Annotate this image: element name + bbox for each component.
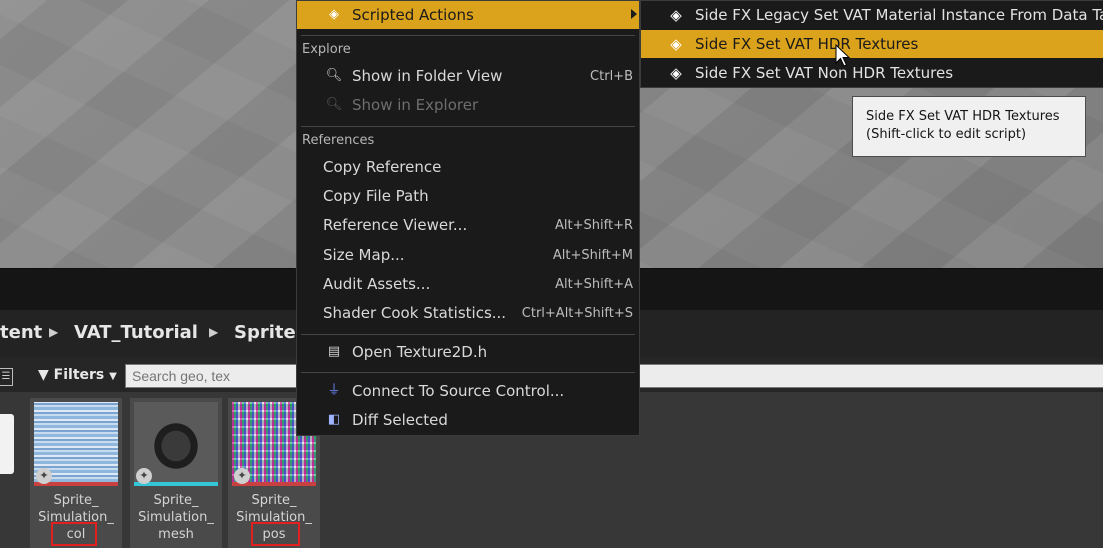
menu-item-open-texture2d-h[interactable]: ▤ Open Texture2D.h: [297, 338, 639, 366]
chevron-down-icon: ▼: [109, 371, 117, 382]
star-icon: ✦: [234, 468, 250, 484]
breadcrumb-separator-icon: ▶: [209, 325, 219, 339]
menu-divider: [301, 126, 635, 127]
menu-divider: [301, 334, 635, 335]
breadcrumb-separator-icon: ▶: [49, 325, 59, 339]
filters-button[interactable]: ▼ Filters ▼: [38, 367, 117, 383]
menu-item-show-in-folder-view[interactable]: 🔍︎ Show in Folder View Ctrl+B: [297, 62, 639, 90]
diff-icon: ◧: [327, 412, 341, 427]
annotation-box-pos: [251, 522, 300, 546]
breadcrumb-item-sprite[interactable]: Sprite: [234, 322, 296, 343]
asset-context-menu: ◈ Scripted Actions Explore 🔍︎ Show in Fo…: [296, 0, 640, 436]
submenu-item-legacy-set-vat-material-instance[interactable]: ◈ Side FX Legacy Set VAT Material Instan…: [641, 1, 1103, 29]
magnifier-explorer-icon: 🔍︎: [325, 97, 343, 112]
scripted-actions-submenu: ◈ Side FX Legacy Set VAT Material Instan…: [640, 0, 1103, 88]
menu-item-diff-selected[interactable]: ◧ Diff Selected: [297, 406, 639, 434]
source-code-icon: ▤: [327, 344, 341, 359]
sources-panel-handle[interactable]: [0, 414, 14, 474]
tooltip: Side FX Set VAT HDR Textures (Shift-clic…: [852, 96, 1086, 157]
magnifier-folder-icon: 🔍︎: [325, 68, 343, 83]
breadcrumb-item-content[interactable]: tent: [0, 322, 42, 343]
star-icon: ✦: [136, 468, 152, 484]
menu-divider: [301, 372, 635, 373]
submenu-arrow-icon: [631, 9, 637, 19]
menu-item-audit-assets[interactable]: Audit Assets... Alt+Shift+A: [297, 270, 639, 298]
menu-item-shader-cook-statistics[interactable]: Shader Cook Statistics... Ctrl+Alt+Shift…: [297, 299, 639, 327]
mouse-cursor-icon: [835, 44, 851, 67]
star-icon: ✦: [36, 468, 52, 484]
submenu-item-set-vat-non-hdr-textures[interactable]: ◈ Side FX Set VAT Non HDR Textures: [641, 59, 1103, 87]
asset-name: Sprite_ Simulation_ mesh: [138, 493, 214, 542]
menu-item-size-map[interactable]: Size Map... Alt+Shift+M: [297, 241, 639, 269]
scripted-action-diamond-icon: ◈: [670, 6, 682, 24]
breadcrumb-item-vat-tutorial[interactable]: VAT_Tutorial: [74, 322, 198, 343]
tooltip-title: Side FX Set VAT HDR Textures: [866, 109, 1060, 124]
asset-tile-sprite-simulation-mesh[interactable]: ✦ Sprite_ Simulation_ mesh: [130, 398, 222, 548]
menu-item-show-in-explorer: 🔍︎ Show in Explorer: [325, 96, 479, 114]
menu-item-copy-file-path[interactable]: Copy File Path: [297, 182, 639, 210]
source-control-plug-icon: ⏚: [327, 383, 341, 398]
submenu-item-set-vat-hdr-textures[interactable]: ◈ Side FX Set VAT HDR Textures: [641, 30, 1103, 58]
menu-item-scripted-actions[interactable]: ◈ Scripted Actions: [297, 1, 639, 29]
menu-item-connect-to-source-control[interactable]: ⏚ Connect To Source Control...: [297, 377, 639, 405]
list-view-icon[interactable]: ☰: [0, 368, 13, 386]
scripted-action-diamond-icon: ◈: [329, 7, 339, 22]
annotation-box-col: [51, 522, 97, 546]
tooltip-hint: (Shift-click to edit script): [866, 127, 1027, 142]
scripted-action-diamond-icon: ◈: [670, 35, 682, 53]
menu-divider: [301, 35, 635, 36]
filters-label: Filters: [53, 367, 105, 383]
menu-item-reference-viewer[interactable]: Reference Viewer... Alt+Shift+R: [297, 211, 639, 239]
menu-section-explore: Explore: [302, 42, 351, 57]
menu-section-references: References: [302, 133, 375, 148]
scripted-action-diamond-icon: ◈: [670, 64, 682, 82]
menu-item-copy-reference[interactable]: Copy Reference: [297, 153, 639, 181]
funnel-icon: ▼: [38, 367, 49, 383]
